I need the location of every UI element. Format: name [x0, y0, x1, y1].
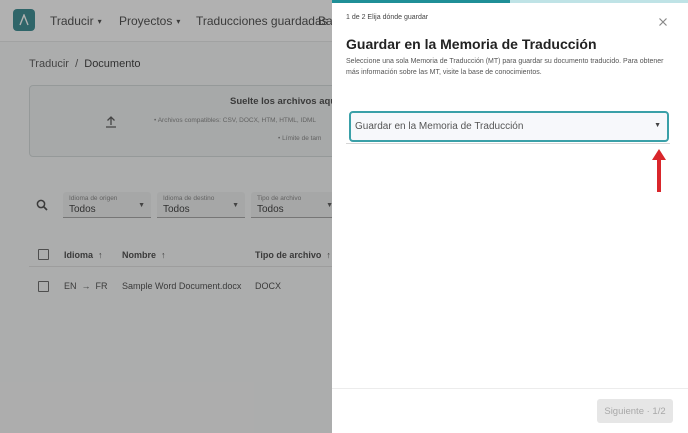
panel-footer-divider	[332, 388, 688, 389]
annotation-arrow-up-icon	[652, 149, 666, 192]
tm-select-value: Guardar en la Memoria de Traducción	[355, 121, 524, 132]
save-to-tm-panel: 1 de 2 Elija dónde guardar Guardar en la…	[332, 0, 688, 433]
dropdown-arrow-icon: ▼	[654, 122, 661, 129]
tm-select-dropdown[interactable]: Guardar en la Memoria de Traducción ▼	[349, 111, 669, 142]
close-icon[interactable]	[657, 16, 669, 28]
step-progress-bar	[332, 0, 688, 3]
panel-description: Seleccione una sola Memoria de Traducció…	[346, 58, 664, 76]
step-progress-fill	[332, 0, 510, 3]
panel-title: Guardar en la Memoria de Traducción	[346, 36, 597, 52]
next-button[interactable]: Siguiente · 1/2	[597, 399, 673, 423]
step-indicator: 1 de 2 Elija dónde guardar	[346, 14, 429, 21]
select-underline	[346, 143, 670, 144]
